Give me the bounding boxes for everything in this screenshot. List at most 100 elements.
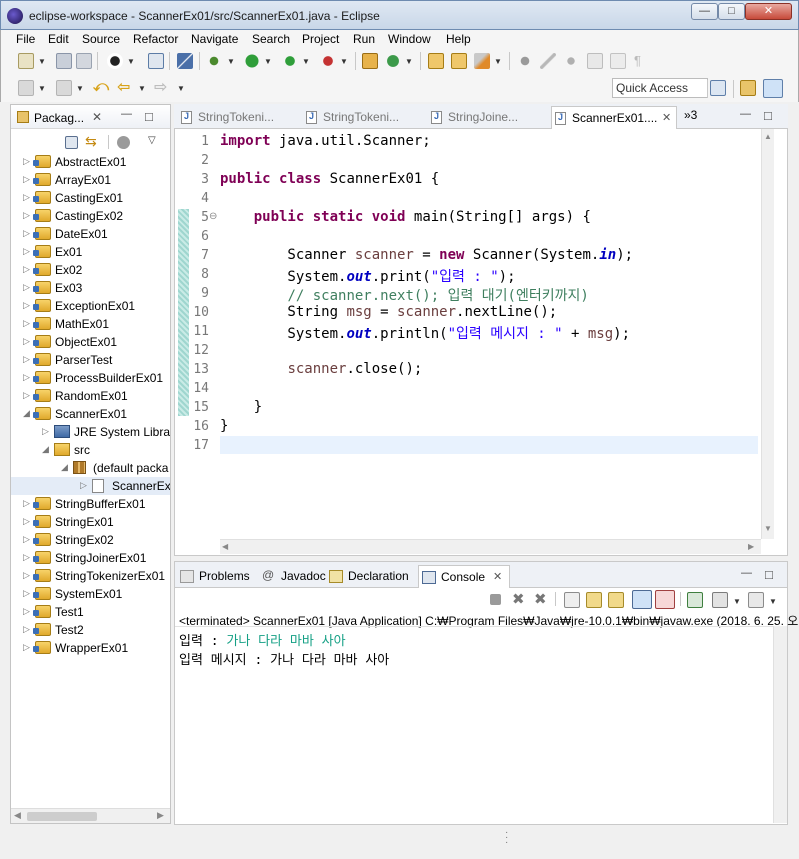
tree-item[interactable]: ◢ (default packa (11, 459, 170, 477)
block-selection-icon[interactable] (563, 53, 579, 69)
tree-item[interactable]: ◢ src (11, 441, 170, 459)
tree-item[interactable]: ▷ ObjectEx01 (11, 333, 170, 351)
tree-item[interactable]: ▷ CastingEx01 (11, 189, 170, 207)
menu-project[interactable]: Project (302, 32, 339, 46)
scroll-lock-icon[interactable] (586, 592, 602, 608)
open-perspective-icon[interactable] (710, 80, 726, 96)
chevron-down-icon[interactable]: ▼ (340, 57, 348, 66)
collapsed-arrow-icon[interactable]: ▷ (23, 210, 30, 221)
minimize-button[interactable]: — (691, 3, 718, 20)
tree-item[interactable]: ▷ StringBufferEx01 (11, 495, 170, 513)
link-with-editor-icon[interactable]: ⇆ (85, 133, 97, 150)
code-editor[interactable]: 1 2 3 4 5 ⊖ 6 7 8 9 10 11 12 13 14 15 16… (174, 129, 788, 556)
tree-item[interactable]: ▷ WrapperEx01 (11, 639, 170, 657)
previous-annotation-icon[interactable] (56, 80, 72, 96)
search-icon[interactable] (474, 53, 490, 69)
maximize-view-icon[interactable]: □ (765, 567, 773, 582)
tab-scannerex01[interactable]: ScannerEx01.... ✕ (551, 106, 677, 129)
tab-stringjoiner[interactable]: StringJoine... (428, 106, 549, 129)
collapsed-arrow-icon[interactable]: ▷ (23, 282, 30, 293)
coverage-icon[interactable] (282, 53, 298, 69)
tree-item[interactable]: ▷ Ex01 (11, 243, 170, 261)
tree-item[interactable]: ▷ MathEx01 (11, 315, 170, 333)
menu-refactor[interactable]: Refactor (133, 32, 178, 46)
vertical-scrollbar[interactable] (773, 626, 787, 823)
status-bar-grip-icon[interactable]: · · · (505, 828, 508, 848)
tree-item[interactable]: ▷ ScannerEx (11, 477, 170, 495)
tree-item[interactable]: ▷ StringEx01 (11, 513, 170, 531)
collapsed-arrow-icon[interactable]: ▷ (23, 300, 30, 311)
save-icon[interactable] (56, 53, 72, 69)
collapsed-arrow-icon[interactable]: ▷ (23, 318, 30, 329)
remove-launch-icon[interactable]: ✖ (512, 590, 525, 608)
minimize-view-icon[interactable]: — (740, 108, 751, 120)
chevron-down-icon[interactable]: ▼ (138, 84, 146, 93)
tab-stringtokenizer-2[interactable]: StringTokeni... (303, 106, 425, 129)
collapsed-arrow-icon[interactable]: ▷ (23, 570, 30, 581)
menu-window[interactable]: Window (388, 32, 431, 46)
tree-item[interactable]: ▷ ProcessBuilderEx01 (11, 369, 170, 387)
collapsed-arrow-icon[interactable]: ▷ (23, 354, 30, 365)
minimize-view-icon[interactable]: — (121, 108, 132, 120)
remove-all-launches-icon[interactable]: ✖ (534, 590, 547, 608)
menu-search[interactable]: Search (252, 32, 290, 46)
chevron-down-icon[interactable]: ▼ (38, 84, 46, 93)
fold-marker-icon[interactable]: ⊖ (209, 211, 217, 222)
collapsed-arrow-icon[interactable]: ▷ (23, 336, 30, 347)
collapse-all-icon[interactable] (65, 136, 78, 149)
collapsed-arrow-icon[interactable]: ▷ (23, 624, 30, 635)
horizontal-scrollbar[interactable]: ◀ ▶ (11, 808, 170, 823)
tree-item[interactable]: ▷ Test2 (11, 621, 170, 639)
tree-item[interactable]: ▷ ArrayEx01 (11, 171, 170, 189)
quick-access-field[interactable]: Quick Access (612, 78, 708, 98)
pin-console-icon[interactable] (687, 592, 703, 608)
tree-item[interactable]: ▷ JRE System Librar (11, 423, 170, 441)
vertical-scrollbar[interactable]: ▲ ▼ (761, 129, 774, 539)
clear-console-icon[interactable] (564, 592, 580, 608)
tree-item[interactable]: ▷ RandomEx01 (11, 387, 170, 405)
tab-stringtokenizer-1[interactable]: StringTokeni... (178, 106, 300, 129)
expanded-arrow-icon[interactable]: ◢ (42, 444, 49, 455)
debug-icon[interactable] (206, 53, 222, 69)
maximize-view-icon[interactable]: □ (145, 109, 153, 124)
tree-item[interactable]: ▷ AbstractEx01 (11, 153, 170, 171)
chevron-down-icon[interactable]: ▼ (76, 84, 84, 93)
tree-item[interactable]: ▷ DateEx01 (11, 225, 170, 243)
collapsed-arrow-icon[interactable]: ▷ (23, 174, 30, 185)
edit-icon[interactable] (540, 53, 556, 69)
back-arrow-icon[interactable]: ⇦ (117, 77, 130, 97)
collapsed-arrow-icon[interactable]: ▷ (23, 606, 30, 617)
show-whitespace-icon[interactable] (587, 53, 603, 69)
tab-overflow-button[interactable]: »3 (684, 108, 697, 122)
tree-item[interactable]: ▷ ExceptionEx01 (11, 297, 170, 315)
console-view-icon[interactable] (148, 53, 164, 69)
close-button[interactable]: ✕ (745, 3, 792, 20)
chevron-down-icon[interactable]: ▼ (405, 57, 413, 66)
collapsed-arrow-icon[interactable]: ▷ (80, 480, 87, 491)
chevron-down-icon[interactable]: ▼ (127, 57, 135, 66)
collapsed-arrow-icon[interactable]: ▷ (23, 390, 30, 401)
menu-help[interactable]: Help (446, 32, 471, 46)
terminate-icon[interactable] (490, 594, 501, 605)
tree-item[interactable]: ▷ StringTokenizerEx01 (11, 567, 170, 585)
new-icon[interactable] (18, 53, 34, 69)
tab-console[interactable]: Console ✕ (418, 565, 510, 588)
menu-navigate[interactable]: Navigate (191, 32, 238, 46)
tree-item[interactable]: ▷ Ex02 (11, 261, 170, 279)
package-explorer-title[interactable]: Packag... (34, 111, 84, 125)
collapsed-arrow-icon[interactable]: ▷ (23, 228, 30, 239)
focus-icon[interactable] (117, 136, 130, 149)
chevron-down-icon[interactable]: ▼ (733, 597, 741, 606)
pilcrow-icon[interactable]: ¶ (634, 53, 641, 68)
collapsed-arrow-icon[interactable]: ▷ (23, 642, 30, 653)
collapsed-arrow-icon[interactable]: ▷ (23, 552, 30, 563)
tab-javadoc[interactable]: @ Javadoc (259, 565, 326, 588)
java-perspective-icon[interactable] (763, 79, 783, 98)
tree-item[interactable]: ▷ Ex03 (11, 279, 170, 297)
close-icon[interactable]: ✕ (493, 570, 502, 583)
word-wrap-icon[interactable] (608, 592, 624, 608)
show-on-stdout-icon[interactable] (632, 590, 652, 609)
profile-icon[interactable] (107, 53, 123, 69)
chevron-down-icon[interactable]: ▼ (302, 57, 310, 66)
horizontal-scrollbar[interactable]: ◀ ▶ (220, 539, 761, 554)
